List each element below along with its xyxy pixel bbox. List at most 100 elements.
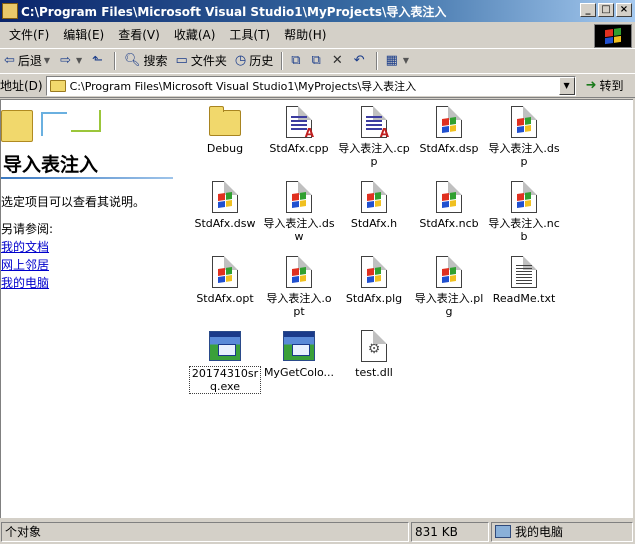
folders-button[interactable]: ▭ 文件夹 xyxy=(172,50,231,72)
address-dropdown-button[interactable]: ▼ xyxy=(558,76,575,95)
up-folder-icon: ⬑ xyxy=(92,53,104,68)
menu-edit[interactable]: 编辑(E) xyxy=(56,26,111,43)
menu-view[interactable]: 查看(V) xyxy=(111,26,167,43)
vs-file-icon xyxy=(436,256,462,288)
link-network-places[interactable]: 网上邻居 xyxy=(1,256,49,273)
search-label: 搜索 xyxy=(143,54,168,68)
copy-to-button[interactable]: ⧉ xyxy=(308,50,328,72)
file-name: StdAfx.opt xyxy=(196,292,254,305)
folder-icon xyxy=(209,106,241,136)
file-name: StdAfx.ncb xyxy=(419,217,479,230)
selection-hint: 选定项目可以查看其说明。 xyxy=(1,195,146,209)
file-item[interactable]: StdAfx.plg xyxy=(338,256,410,324)
back-dropdown-icon[interactable]: ▼ xyxy=(44,56,50,65)
go-button[interactable]: ➜ 转到 xyxy=(586,77,624,94)
status-object-count: 个对象 xyxy=(1,521,409,542)
vs-file-icon xyxy=(436,106,462,138)
history-label: 历史 xyxy=(249,54,274,68)
address-input[interactable]: C:\Program Files\Microsoft Visual Studio… xyxy=(45,75,576,96)
file-item[interactable]: A 导入表注入.cpp xyxy=(338,106,410,174)
file-item[interactable]: 导入表注入.dsp xyxy=(488,106,560,174)
text-file-icon xyxy=(511,256,537,288)
delete-icon: ✕ xyxy=(331,53,343,68)
file-item[interactable]: ReadMe.txt xyxy=(488,256,560,324)
exe-file-icon xyxy=(209,331,241,361)
copy-to-icon: ⧉ xyxy=(311,53,321,68)
file-item[interactable]: 导入表注入.ncb xyxy=(488,181,560,249)
file-item[interactable]: 导入表注入.plg xyxy=(413,256,485,324)
folder-title: 导入表注入 xyxy=(3,154,99,176)
file-item[interactable]: StdAfx.dsw xyxy=(189,181,261,249)
web-view-pane: 导入表注入 选定项目可以查看其说明。 另请参阅: 我的文档 网上邻居 我的电脑 xyxy=(1,100,176,518)
file-item[interactable]: StdAfx.dsp xyxy=(413,106,485,174)
forward-dropdown-icon[interactable]: ▼ xyxy=(76,56,82,65)
file-name: StdAfx.cpp xyxy=(269,142,329,155)
views-button[interactable]: ▦ ▼ xyxy=(382,50,415,72)
address-bar: 地址(D) C:\Program Files\Microsoft Visual … xyxy=(0,73,635,98)
file-item[interactable]: A StdAfx.cpp xyxy=(263,106,335,174)
file-item[interactable]: 导入表注入.dsw xyxy=(263,181,335,249)
file-name: 导入表注入.dsw xyxy=(263,217,335,243)
file-name: StdAfx.plg xyxy=(345,292,403,305)
title-divider xyxy=(1,177,173,179)
go-arrow-icon: ➜ xyxy=(585,78,597,93)
vs-file-icon xyxy=(511,181,537,213)
folders-label: 文件夹 xyxy=(190,54,227,68)
search-button[interactable]: 🔍︎ 搜索 xyxy=(120,50,172,72)
gear-icon: ⚙ xyxy=(367,341,381,357)
toolbar-separator xyxy=(281,51,284,70)
file-name: 导入表注入.opt xyxy=(266,292,332,318)
dll-file-icon: ⚙ xyxy=(361,330,387,362)
file-item[interactable]: MyGetColo... xyxy=(263,330,335,398)
folder-view: 导入表注入 选定项目可以查看其说明。 另请参阅: 我的文档 网上邻居 我的电脑 … xyxy=(0,99,633,518)
vs-file-icon xyxy=(511,106,537,138)
menu-file[interactable]: 文件(F) xyxy=(2,26,56,43)
file-item[interactable]: Debug xyxy=(189,106,261,174)
undo-icon: ↶ xyxy=(353,53,365,68)
folders-icon: ▭ xyxy=(175,53,188,68)
file-item[interactable]: 导入表注入.opt xyxy=(263,256,335,324)
close-button[interactable]: × xyxy=(616,3,632,17)
status-size: 831 KB xyxy=(411,521,489,542)
address-value: C:\Program Files\Microsoft Visual Studio… xyxy=(69,79,417,93)
file-name: 导入表注入.plg xyxy=(414,292,484,318)
windows-logo xyxy=(594,24,632,48)
toolbar-separator xyxy=(114,51,117,70)
menu-tools[interactable]: 工具(T) xyxy=(222,26,277,43)
menu-favorites[interactable]: 收藏(A) xyxy=(167,26,223,43)
maximize-button[interactable]: □ xyxy=(598,3,614,17)
status-location-label: 我的电脑 xyxy=(515,525,564,539)
undo-button[interactable]: ↶ xyxy=(350,50,372,72)
menu-help[interactable]: 帮助(H) xyxy=(277,26,333,43)
file-item[interactable]: StdAfx.ncb xyxy=(413,181,485,249)
link-my-computer[interactable]: 我的电脑 xyxy=(1,274,49,291)
forward-arrow-icon: ⇨ xyxy=(60,53,71,68)
forward-button[interactable]: ⇨ ▼ xyxy=(56,50,88,72)
file-name: ReadMe.txt xyxy=(492,292,556,305)
file-item[interactable]: StdAfx.opt xyxy=(189,256,261,324)
folder-banner-icon xyxy=(1,104,106,144)
address-label: 地址(D) xyxy=(0,79,43,93)
computer-icon xyxy=(495,525,511,538)
search-icon: 🔍︎ xyxy=(124,53,141,68)
toolbar-separator xyxy=(375,51,378,70)
window-title: C:\Program Files\Microsoft Visual Studio… xyxy=(21,4,447,19)
see-also-label: 另请参阅: xyxy=(1,222,54,236)
file-item[interactable]: 20174310srq.exe xyxy=(189,330,261,398)
cpp-file-icon: A xyxy=(361,106,389,139)
go-label: 转到 xyxy=(599,79,624,93)
file-name: test.dll xyxy=(355,366,393,379)
back-button[interactable]: ⇦ 后退 ▼ xyxy=(0,50,56,72)
folder-icon xyxy=(49,79,66,92)
minimize-button[interactable]: _ xyxy=(580,3,596,17)
file-item[interactable]: ⚙ test.dll xyxy=(338,330,410,398)
views-dropdown-icon[interactable]: ▼ xyxy=(403,56,409,65)
folder-icon xyxy=(2,3,18,19)
delete-button[interactable]: ✕ xyxy=(328,50,350,72)
file-name: 导入表注入.ncb xyxy=(488,217,560,243)
file-item[interactable]: StdAfx.h xyxy=(338,181,410,249)
link-my-documents[interactable]: 我的文档 xyxy=(1,238,49,255)
history-button[interactable]: ◷ 历史 xyxy=(231,50,277,72)
move-to-button[interactable]: ⧉ xyxy=(287,50,307,72)
up-button[interactable]: ⬑ xyxy=(88,50,110,72)
